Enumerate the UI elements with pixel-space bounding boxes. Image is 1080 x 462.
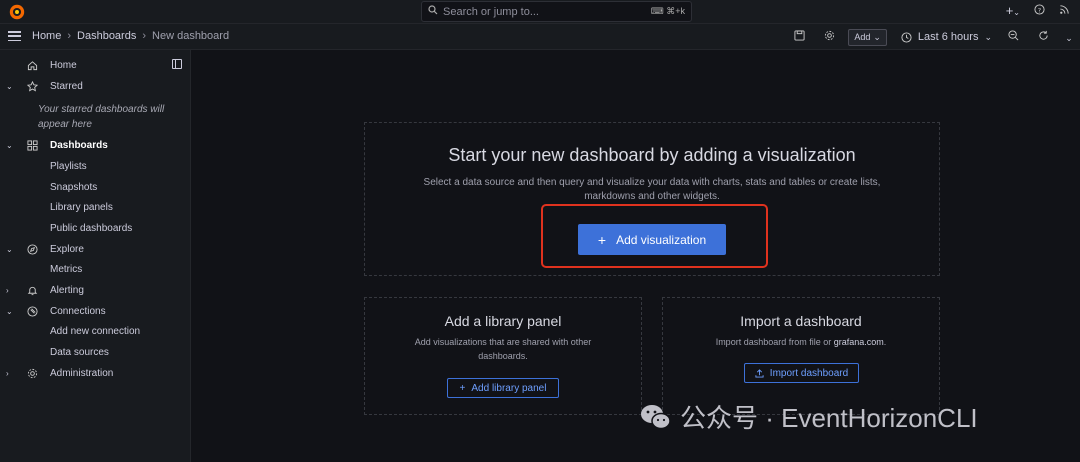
zoom-out-button[interactable] bbox=[998, 30, 1028, 44]
library-card-title: Add a library panel bbox=[444, 313, 562, 329]
chevron-down-icon[interactable]: ⌄ bbox=[6, 82, 14, 91]
hero-description: Select a data source and then query and … bbox=[423, 177, 881, 202]
rss-icon bbox=[1060, 5, 1069, 14]
search-icon bbox=[428, 5, 438, 18]
breadcrumb-current: New dashboard bbox=[152, 30, 230, 42]
breadcrumb-dashboards[interactable]: Dashboards bbox=[77, 30, 136, 42]
shortcut-label: ⌘+k bbox=[666, 6, 685, 16]
sidebar-item-metrics[interactable]: Metrics bbox=[50, 264, 82, 275]
add-library-panel-label: Add library panel bbox=[471, 382, 547, 394]
chevron-right-icon: › bbox=[142, 30, 147, 42]
sidebar-item-add-new-connection[interactable]: Add new connection bbox=[50, 326, 140, 337]
news-button[interactable] bbox=[1059, 3, 1070, 18]
star-icon bbox=[27, 80, 38, 92]
top-bar: Search or jump to... ⌨ ⌘+k +⌄ ? bbox=[0, 0, 1080, 24]
save-button[interactable] bbox=[784, 30, 814, 44]
save-icon bbox=[794, 30, 805, 41]
home-icon bbox=[27, 60, 38, 71]
chevron-down-icon: ⌄ bbox=[1065, 33, 1073, 43]
wechat-icon bbox=[641, 404, 671, 429]
chevron-down-icon: ⌄ bbox=[1013, 8, 1020, 17]
zoom-out-icon bbox=[1007, 30, 1018, 41]
import-dashboard-label: Import dashboard bbox=[769, 367, 849, 379]
sidebar-item-label: Dashboards bbox=[50, 139, 108, 151]
chevron-down-icon[interactable]: ⌄ bbox=[6, 307, 14, 316]
gear-icon bbox=[824, 30, 834, 41]
dock-menu-icon[interactable] bbox=[172, 59, 182, 69]
chevron-down-icon: ⌄ bbox=[873, 31, 881, 42]
refresh-button[interactable] bbox=[1028, 30, 1058, 44]
cog-icon bbox=[27, 368, 38, 379]
sidebar-item-label: Connections bbox=[50, 305, 106, 317]
bell-icon bbox=[27, 285, 38, 296]
starred-empty-note: Your starred dashboards will appear here bbox=[38, 104, 165, 130]
sidebar-item-snapshots[interactable]: Snapshots bbox=[50, 182, 97, 193]
sidebar-item-label: Explore bbox=[50, 243, 84, 255]
clock-icon bbox=[901, 31, 912, 43]
sidebar-item-label: Alerting bbox=[50, 284, 84, 296]
settings-button[interactable] bbox=[814, 30, 844, 44]
refresh-icon bbox=[1038, 30, 1048, 40]
sidebar-item-library-panels[interactable]: Library panels bbox=[50, 202, 113, 213]
search-shortcut: ⌨ ⌘+k bbox=[651, 6, 685, 17]
sidebar-item-label: Home bbox=[50, 59, 77, 71]
svg-text:?: ? bbox=[1038, 6, 1041, 14]
menu-toggle-icon[interactable] bbox=[8, 31, 21, 42]
add-dropdown-button[interactable]: Add ⌄ bbox=[848, 28, 887, 46]
watermark: 公众号 · EventHorizonCLI bbox=[640, 398, 978, 435]
library-card-description: Add visualizations that are shared with … bbox=[414, 337, 592, 361]
compass-icon bbox=[27, 243, 38, 255]
grafana-logo-icon[interactable] bbox=[8, 3, 26, 21]
breadcrumb-home[interactable]: Home bbox=[32, 30, 61, 42]
import-desc-period: . bbox=[883, 337, 887, 347]
plus-icon: + bbox=[459, 382, 466, 394]
time-range-picker[interactable]: Last 6 hours ⌄ bbox=[901, 31, 992, 43]
chevron-down-icon: ⌄ bbox=[984, 31, 992, 42]
chevron-right-icon[interactable]: › bbox=[6, 369, 14, 378]
breadcrumb: Home › Dashboards › New dashboard bbox=[32, 30, 229, 42]
chevron-down-icon[interactable]: ⌄ bbox=[6, 141, 14, 150]
time-range-label: Last 6 hours bbox=[917, 31, 979, 43]
help-button[interactable]: ? bbox=[1034, 3, 1045, 18]
import-dashboard-button[interactable]: Import dashboard bbox=[744, 363, 859, 383]
new-menu-button[interactable]: +⌄ bbox=[1006, 3, 1020, 18]
add-library-panel-button[interactable]: + Add library panel bbox=[447, 378, 559, 398]
connections-icon bbox=[27, 305, 38, 317]
import-card-title: Import a dashboard bbox=[740, 313, 862, 329]
sidebar-item-label: Administration bbox=[50, 367, 114, 379]
chevron-right-icon: › bbox=[67, 30, 72, 42]
sidebar: Home ⌄ Starred Your starred dashboards w… bbox=[0, 50, 191, 462]
sidebar-item-public-dashboards[interactable]: Public dashboards bbox=[50, 223, 132, 234]
dashboard-nav-bar: Home › Dashboards › New dashboard Add ⌄ … bbox=[0, 24, 1080, 50]
search-placeholder: Search or jump to... bbox=[443, 5, 539, 18]
sidebar-item-data-sources[interactable]: Data sources bbox=[50, 347, 109, 358]
add-label: Add bbox=[854, 32, 871, 42]
watermark-text: 公众号 · EventHorizonCLI bbox=[680, 403, 978, 433]
chevron-down-icon[interactable]: ⌄ bbox=[6, 245, 14, 254]
search-input[interactable]: Search or jump to... ⌨ ⌘+k bbox=[421, 1, 692, 22]
import-desc-text: Import dashboard from file or bbox=[715, 337, 834, 347]
help-icon: ? bbox=[1034, 4, 1045, 15]
hero-title: Start your new dashboard by adding a vis… bbox=[448, 145, 856, 165]
chevron-right-icon[interactable]: › bbox=[6, 286, 14, 295]
highlight-box bbox=[541, 204, 768, 268]
sidebar-item-label: Starred bbox=[50, 80, 83, 92]
keyboard-icon: ⌨ bbox=[650, 6, 664, 16]
grafana-com-link[interactable]: grafana.com bbox=[834, 337, 884, 347]
sidebar-item-playlists[interactable]: Playlists bbox=[50, 161, 87, 172]
import-card-description: Import dashboard from file or grafana.co… bbox=[663, 335, 939, 349]
apps-icon bbox=[27, 139, 38, 151]
upload-icon bbox=[755, 368, 764, 378]
refresh-interval-dropdown[interactable]: ⌄ bbox=[1058, 30, 1080, 44]
